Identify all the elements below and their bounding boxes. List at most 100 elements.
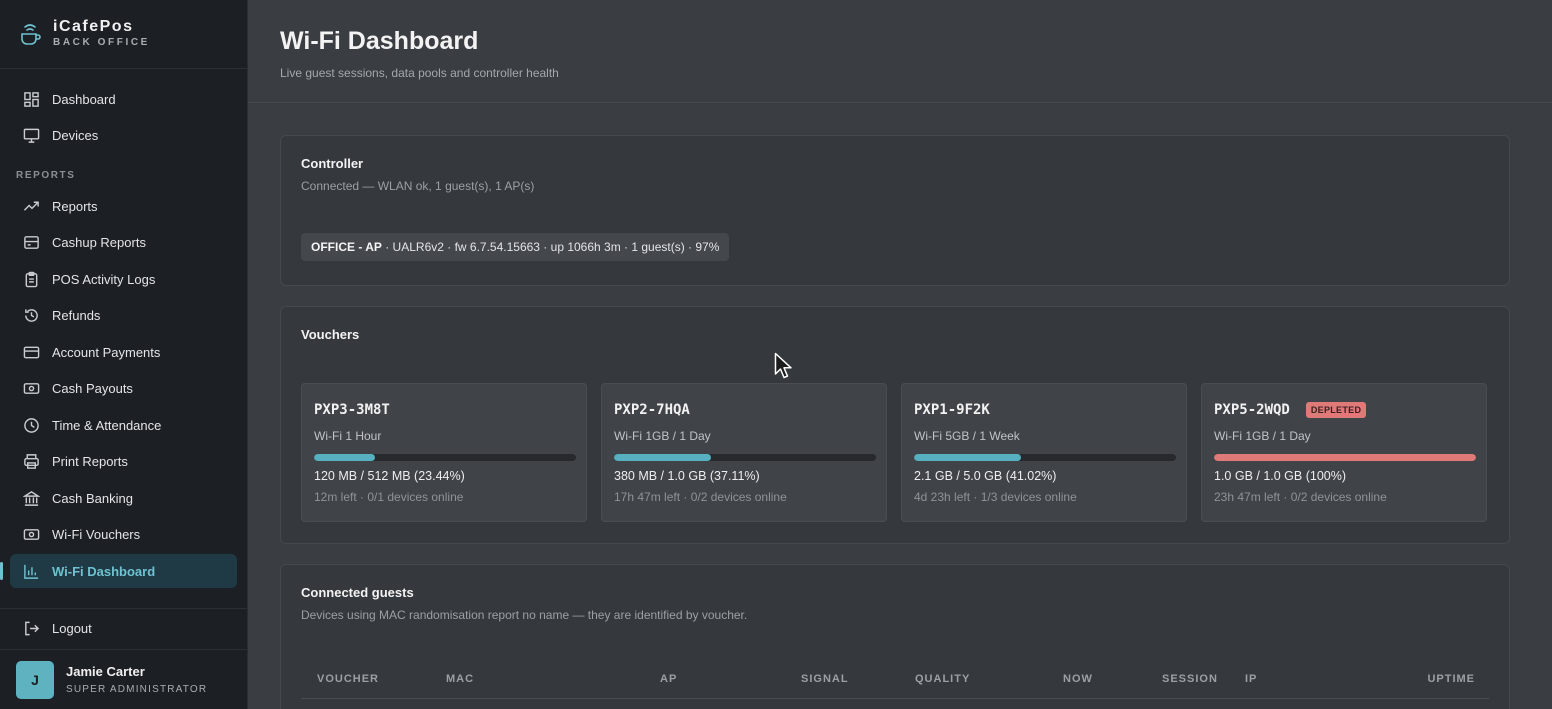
- usage-bar-fill: [1214, 454, 1476, 461]
- chart-icon: [22, 562, 40, 580]
- controller-title: Controller: [301, 156, 364, 171]
- usage-bar: [314, 454, 576, 461]
- guests-subtitle: Devices using MAC randomisation report n…: [301, 608, 748, 622]
- voucher-code: PXP5-2WQD DEPLETED: [1214, 400, 1474, 420]
- brand-name: iCafePos: [53, 18, 134, 35]
- section-label-reports: REPORTS: [16, 170, 76, 181]
- brand[interactable]: iCafePos BACK OFFICE: [0, 0, 247, 69]
- monitor-icon: [22, 127, 40, 145]
- column-header-now[interactable]: NOW: [1063, 673, 1093, 685]
- voucher-card[interactable]: PXP3-3M8T Wi-Fi 1 Hour 120 MB / 512 MB (…: [301, 383, 587, 522]
- voucher-usage: 120 MB / 512 MB (23.44%): [314, 469, 465, 483]
- depleted-badge: DEPLETED: [1305, 402, 1367, 418]
- voucher-usage: 2.1 GB / 5.0 GB (41.02%): [914, 469, 1057, 483]
- voucher-card[interactable]: PXP5-2WQD DEPLETED Wi-Fi 1GB / 1 Day 1.0 …: [1201, 383, 1487, 522]
- sidebar-item-time-attendance[interactable]: Time & Attendance: [0, 407, 247, 444]
- usage-bar-fill: [314, 454, 376, 461]
- voucher-code: PXP1-9F2K: [914, 400, 1174, 420]
- ap-name: OFFICE - AP: [311, 240, 382, 254]
- page-subtitle: Live guest sessions, data pools and cont…: [280, 66, 559, 80]
- sidebar-item-print-reports[interactable]: Print Reports: [0, 444, 247, 481]
- logout-icon: [22, 619, 40, 637]
- usage-bar-fill: [914, 454, 1022, 461]
- sidebar-item-cash-payouts[interactable]: Cash Payouts: [0, 371, 247, 408]
- usage-bar: [614, 454, 876, 461]
- column-header-session[interactable]: SESSION: [1162, 673, 1218, 685]
- vouchers-title: Vouchers: [301, 327, 360, 342]
- voucher-meta: 4d 23h left · 1/3 devices online: [914, 490, 1077, 504]
- sidebar: iCafePos BACK OFFICE Dashboard Devices R…: [0, 0, 248, 709]
- sidebar-item-cashup-reports[interactable]: Cashup Reports: [0, 225, 247, 262]
- usage-bar: [1214, 454, 1476, 461]
- column-header-voucher[interactable]: VOUCHER: [317, 673, 379, 685]
- voucher-meta: 17h 47m left · 0/2 devices online: [614, 490, 787, 504]
- sidebar-item-dashboard[interactable]: Dashboard: [0, 81, 247, 118]
- column-header-mac[interactable]: MAC: [446, 673, 474, 685]
- ap-details: · UALR6v2 · fw 6.7.54.15663 · up 1066h 3…: [381, 240, 720, 254]
- logout-label: Logout: [52, 620, 92, 636]
- voucher-grid: PXP3-3M8T Wi-Fi 1 Hour 120 MB / 512 MB (…: [301, 383, 1487, 522]
- voucher-plan: Wi-Fi 1 Hour: [314, 429, 382, 443]
- sidebar-item-wifi-vouchers[interactable]: Wi-Fi Vouchers: [0, 517, 247, 554]
- voucher-plan: Wi-Fi 1GB / 1 Day: [1214, 429, 1311, 443]
- access-point-pill: OFFICE - AP · UALR6v2 · fw 6.7.54.15663 …: [301, 233, 730, 261]
- sidebar-item-devices[interactable]: Devices: [0, 118, 247, 155]
- voucher-plan: Wi-Fi 1GB / 1 Day: [614, 429, 711, 443]
- card-icon: [22, 343, 40, 361]
- voucher-card[interactable]: PXP2-7HQA Wi-Fi 1GB / 1 Day 380 MB / 1.0…: [601, 383, 887, 522]
- guests-table-header: VOUCHER MAC AP SIGNAL QUALITY NOW SESSIO…: [301, 673, 1489, 699]
- voucher-code-text: PXP2-7HQA: [614, 402, 690, 418]
- history-icon: [22, 307, 40, 325]
- voucher-usage: 1.0 GB / 1.0 GB (100%): [1214, 469, 1347, 483]
- sidebar-item-wifi-dashboard[interactable]: Wi-Fi Dashboard: [0, 554, 237, 588]
- page-title: Wi-Fi Dashboard: [280, 27, 479, 55]
- vouchers-card: Vouchers PXP3-3M8T Wi-Fi 1 Hour 120 MB /…: [280, 306, 1510, 544]
- sidebar-item-refunds[interactable]: Refunds: [0, 298, 247, 335]
- voucher-code: PXP2-7HQA: [614, 400, 874, 420]
- clock-icon: [22, 416, 40, 434]
- voucher-code-text: PXP3-3M8T: [314, 402, 390, 418]
- logout-button[interactable]: Logout: [0, 609, 247, 647]
- user-role: SUPER ADMINISTRATOR: [66, 684, 208, 695]
- column-header-signal[interactable]: SIGNAL: [801, 673, 849, 685]
- avatar: J: [16, 660, 54, 699]
- voucher-plan: Wi-Fi 5GB / 1 Week: [914, 429, 1020, 443]
- trend-icon: [22, 197, 40, 215]
- sidebar-item-label: Refunds: [52, 308, 101, 324]
- voucher-code: PXP3-3M8T: [314, 400, 574, 420]
- column-header-uptime[interactable]: UPTIME: [1427, 673, 1475, 685]
- user-name: Jamie Carter: [66, 664, 145, 679]
- controller-card: Controller Connected — WLAN ok, 1 guest(…: [280, 135, 1510, 286]
- column-header-ap[interactable]: AP: [660, 673, 677, 685]
- sidebar-item-label: Devices: [52, 128, 99, 144]
- sidebar-item-label: Time & Attendance: [52, 417, 162, 433]
- usage-bar: [914, 454, 1176, 461]
- column-header-quality[interactable]: QUALITY: [915, 673, 970, 685]
- sidebar-nav-reports: Reports Cashup Reports POS Activity Logs…: [0, 188, 247, 588]
- user-profile[interactable]: J Jamie Carter SUPER ADMINISTRATOR: [0, 649, 247, 709]
- page-header: Wi-Fi Dashboard Live guest sessions, dat…: [248, 0, 1552, 103]
- sidebar-item-label: Print Reports: [52, 454, 128, 470]
- sidebar-item-reports[interactable]: Reports: [0, 188, 247, 225]
- sidebar-item-label: Cash Banking: [52, 490, 133, 506]
- bank-icon: [22, 489, 40, 507]
- mouse-cursor-icon: [774, 352, 792, 379]
- sidebar-item-account-payments[interactable]: Account Payments: [0, 334, 247, 371]
- sidebar-item-label: Wi-Fi Dashboard: [52, 563, 156, 579]
- sidebar-item-label: Wi-Fi Vouchers: [52, 527, 141, 543]
- register-icon: [22, 234, 40, 252]
- sidebar-item-label: Reports: [52, 198, 98, 214]
- voucher-code-text: PXP1-9F2K: [914, 402, 990, 418]
- voucher-card[interactable]: PXP1-9F2K Wi-Fi 5GB / 1 Week 2.1 GB / 5.…: [901, 383, 1187, 522]
- connected-guests-card: Connected guests Devices using MAC rando…: [280, 564, 1510, 709]
- sidebar-item-cash-banking[interactable]: Cash Banking: [0, 480, 247, 517]
- sidebar-item-pos-activity-logs[interactable]: POS Activity Logs: [0, 261, 247, 298]
- sidebar-item-label: Account Payments: [52, 344, 161, 360]
- printer-icon: [22, 453, 40, 471]
- column-header-ip[interactable]: IP: [1245, 673, 1257, 685]
- voucher-meta: 23h 47m left · 0/2 devices online: [1214, 490, 1387, 504]
- sidebar-nav-main: Dashboard Devices: [0, 81, 247, 154]
- controller-status: Connected — WLAN ok, 1 guest(s), 1 AP(s): [301, 179, 535, 193]
- logout-section: Logout: [0, 608, 247, 647]
- usage-bar-fill: [614, 454, 712, 461]
